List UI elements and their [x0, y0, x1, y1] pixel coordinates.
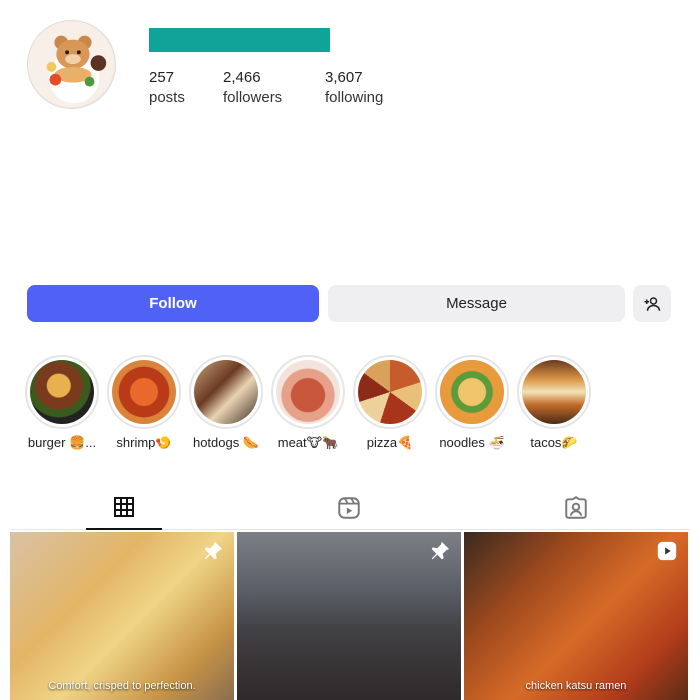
stat-followers[interactable]: 2,466 followers [223, 68, 282, 109]
tab-posts[interactable] [86, 485, 162, 530]
tab-reels[interactable] [311, 485, 387, 530]
highlight-cover-shrimp [112, 360, 176, 424]
highlight-hotdogs[interactable]: hotdogs 🌭 [188, 355, 264, 451]
highlight-label: meat🐮🐂 [277, 435, 339, 450]
highlight-noodles[interactable]: noodles 🍜 [434, 355, 510, 451]
highlight-cover-tacos [522, 360, 586, 424]
following-count: 3,607 [325, 69, 363, 86]
pin-icon [431, 541, 450, 560]
followers-count: 2,466 [223, 69, 261, 86]
highlight-label: noodles 🍜 [439, 435, 505, 450]
highlight-label: shrimp🍤 [116, 435, 172, 450]
highlight-ring [435, 355, 509, 429]
highlight-ring [189, 355, 263, 429]
suggested-accounts-button[interactable] [633, 285, 671, 322]
highlight-ring [271, 355, 345, 429]
post-thumbnail[interactable]: chicken katsu ramen [464, 532, 688, 700]
following-label: following [325, 89, 384, 107]
stat-posts: 257 posts [149, 68, 185, 109]
post-caption: chicken katsu ramen [525, 680, 627, 692]
username-redacted [149, 28, 330, 52]
highlight-shrimp[interactable]: shrimp🍤 [106, 355, 182, 451]
highlight-tacos[interactable]: tacos🌮 [516, 355, 592, 451]
highlight-cover-burger [30, 360, 94, 424]
bear-cafe-food-avatar-icon [28, 21, 115, 108]
highlight-ring [353, 355, 427, 429]
highlight-ring [25, 355, 99, 429]
highlight-cover-noodles [440, 360, 504, 424]
post-thumbnail[interactable]: Comfort, crisped to perfection. [10, 532, 234, 700]
pin-icon [204, 541, 223, 560]
tab-tagged[interactable] [538, 485, 614, 530]
post-caption: Comfort, crisped to perfection. [48, 680, 196, 692]
profile-avatar[interactable] [27, 20, 116, 109]
highlight-label: tacos🌮 [530, 435, 578, 450]
highlight-cover-hotdogs [194, 360, 258, 424]
profile-actions: Follow Message [27, 285, 671, 322]
highlight-cover-meat [276, 360, 340, 424]
highlight-label: pizza🍕 [366, 435, 414, 450]
message-button[interactable]: Message [328, 285, 625, 322]
post-thumbnail[interactable] [237, 532, 461, 700]
tagged-icon [565, 495, 587, 519]
posts-label: posts [149, 89, 185, 107]
highlight-cover-pizza [358, 360, 422, 424]
stat-following[interactable]: 3,607 following [325, 68, 383, 109]
follow-button[interactable]: Follow [27, 285, 319, 322]
highlight-label: hotdogs 🌭 [192, 435, 260, 450]
highlight-label: burger 🍔... [27, 435, 97, 450]
reel-icon [657, 541, 677, 561]
posts-grid: Comfort, crisped to perfection. chicken … [10, 532, 690, 700]
highlight-ring [107, 355, 181, 429]
highlight-pizza[interactable]: pizza🍕 [352, 355, 428, 451]
posts-count: 257 [149, 69, 175, 86]
profile-tabs [10, 485, 690, 530]
story-highlights: burger 🍔... shrimp🍤 hotdogs 🌭 meat🐮🐂 piz… [24, 355, 664, 455]
highlight-burger[interactable]: burger 🍔... [24, 355, 100, 451]
highlight-meat[interactable]: meat🐮🐂 [270, 355, 346, 451]
grid-icon [114, 496, 134, 517]
highlight-ring [517, 355, 591, 429]
reels-icon [338, 496, 360, 519]
followers-label: followers [223, 89, 283, 107]
add-person-icon [644, 296, 661, 311]
